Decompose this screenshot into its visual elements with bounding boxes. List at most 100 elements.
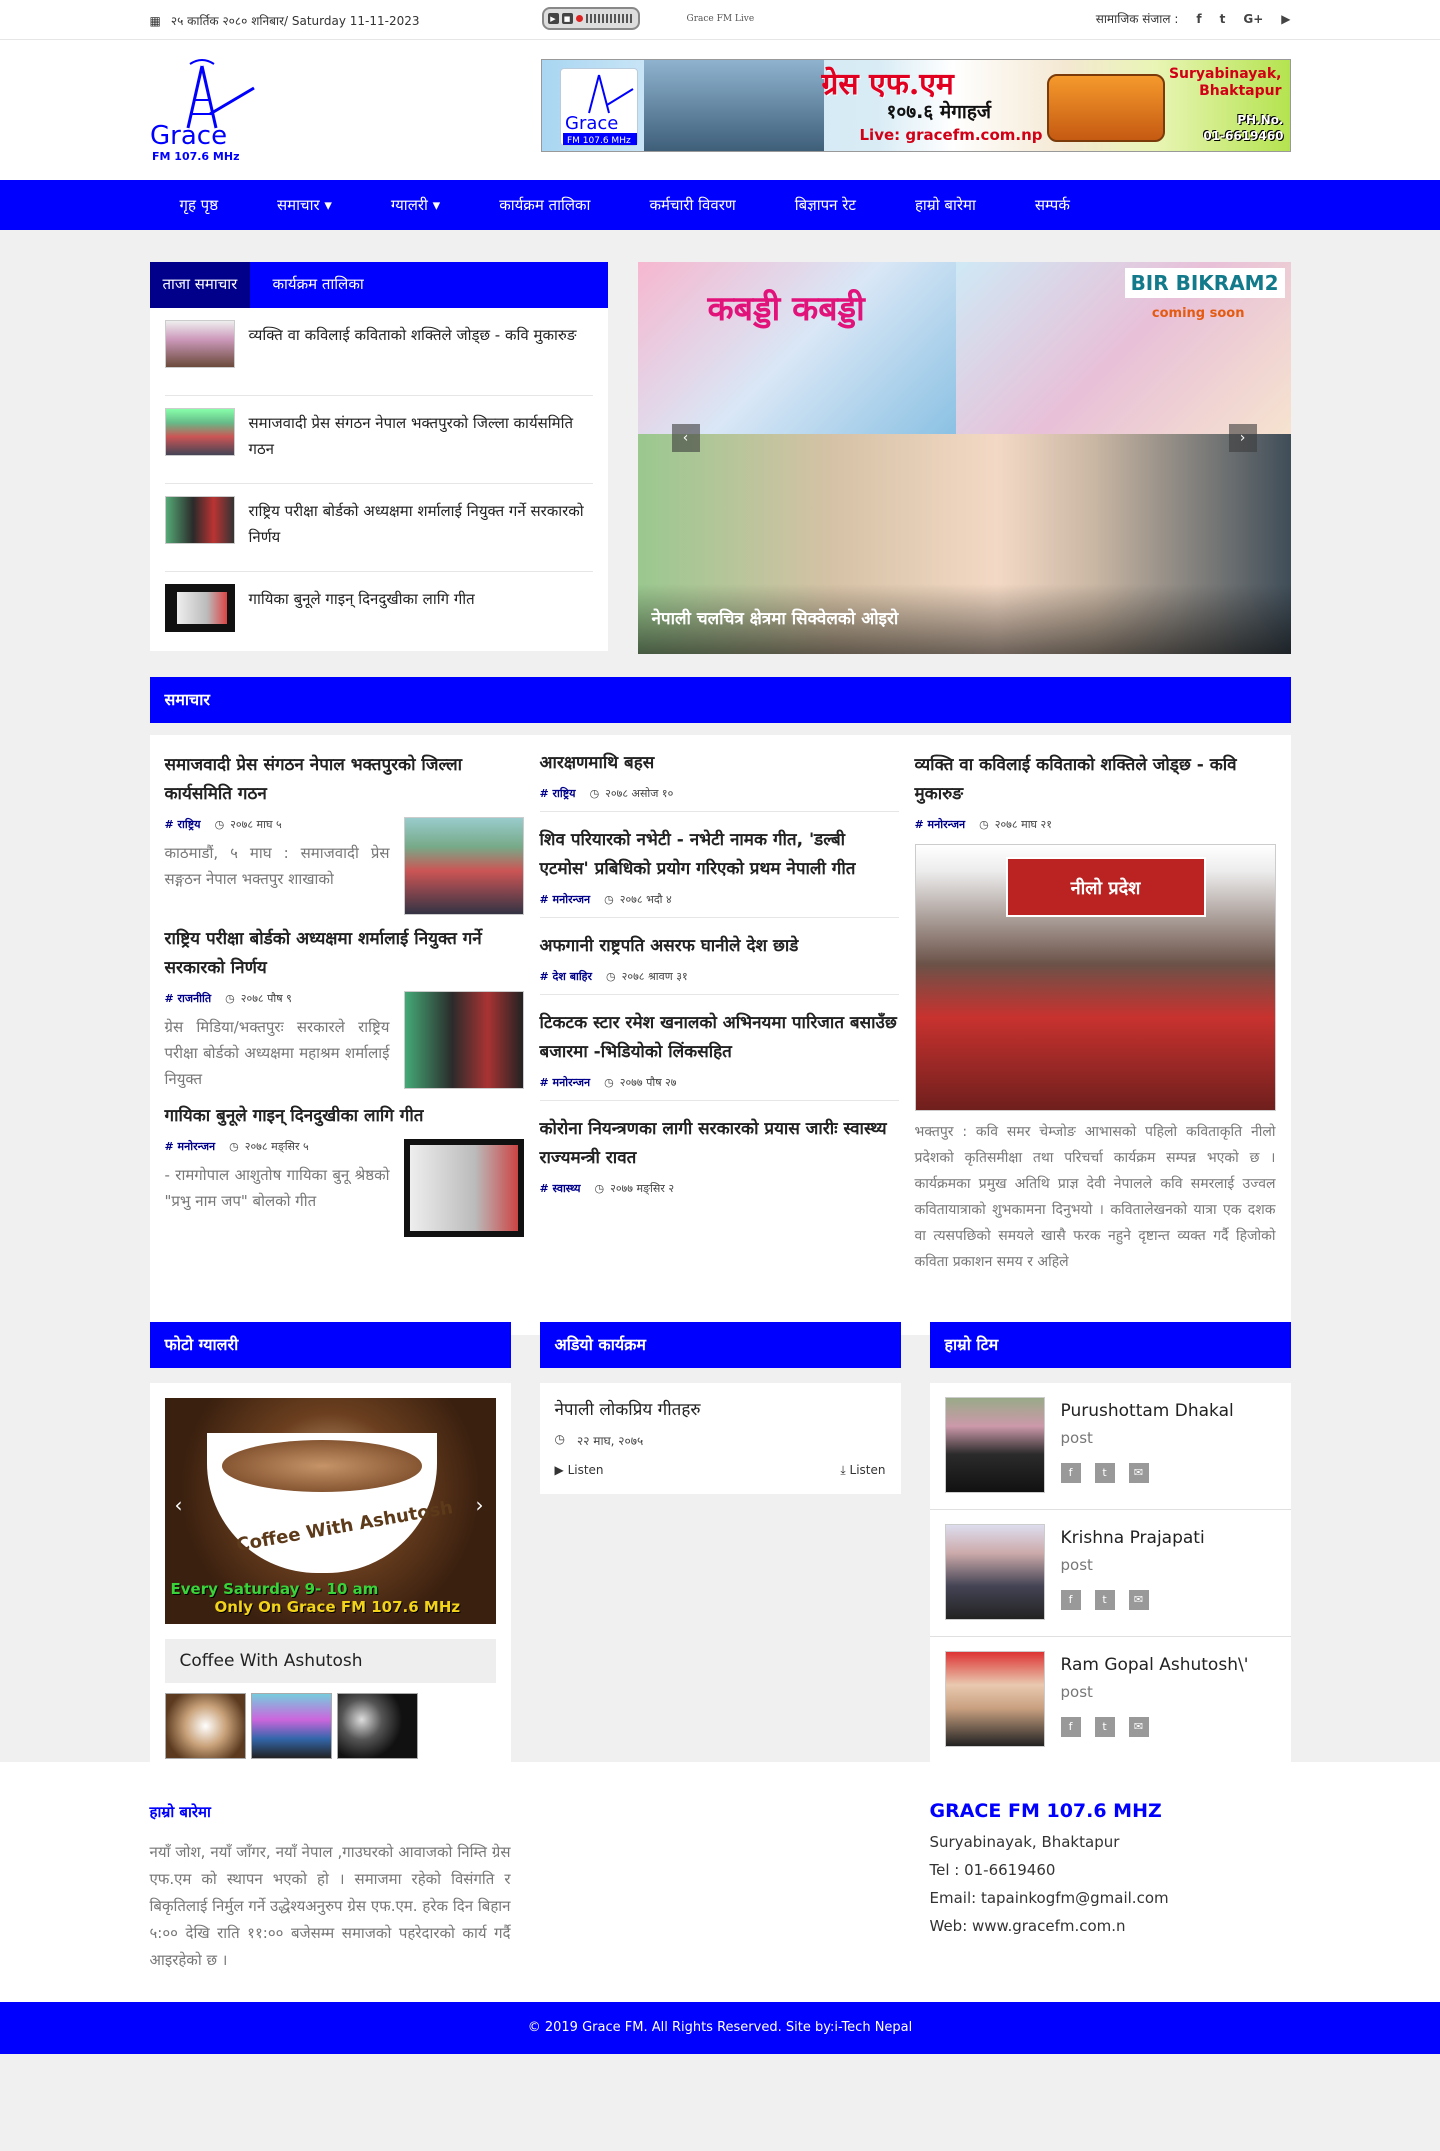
slider-prev-button[interactable]: ‹ [671, 424, 700, 452]
record-indicator-icon [575, 15, 583, 22]
article-title[interactable]: गायिका बुनूले गाइन् दिनदुखीका लागि गीत [165, 1102, 524, 1131]
news-title[interactable]: राष्ट्रिय परीक्षा बोर्डको अध्यक्षमा शर्म… [249, 496, 593, 550]
article-title[interactable]: टिकटक स्टार रमेश खनालको अभिनयमा पारिजात … [540, 1009, 899, 1067]
nav-news[interactable]: समाचार ▾ [277, 195, 362, 215]
gallery-thumbnails [150, 1683, 511, 1773]
gallery-thumbnail[interactable] [164, 1693, 246, 1759]
copyright-bar: © 2019 Grace FM. All Rights Reserved. Si… [0, 2002, 1440, 2054]
twitter-icon[interactable]: t [1220, 12, 1226, 26]
nav-ad-rates[interactable]: बिज्ञापन रेट [795, 195, 886, 215]
news-column: समाजवादी प्रेस संगठन नेपाल भक्तपुरको जिल… [165, 735, 524, 1237]
news-thumbnail [164, 320, 235, 368]
category-tag[interactable]: # मनोरन्जन [915, 817, 966, 832]
twitter-icon[interactable]: t [1094, 1717, 1115, 1737]
facebook-icon[interactable]: f [1060, 1463, 1081, 1483]
list-item[interactable]: व्यक्ति वा कविलाई कविताको शक्तिले जोड्छ … [164, 308, 593, 396]
tab-program-schedule[interactable]: कार्यक्रम तालिका [260, 262, 377, 308]
header-banner-ad[interactable]: Grace FM 107.6 MHz ग्रेस एफ.एम १०७.६ मेग… [540, 59, 1291, 152]
news-title[interactable]: व्यक्ति वा कविलाई कविताको शक्तिले जोड्छ … [249, 320, 577, 348]
nav-program-schedule[interactable]: कार्यक्रम तालिका [499, 195, 620, 215]
article: अफगानी राष्ट्रपति असरफ घानीले देश छाडे #… [539, 918, 899, 995]
nav-staff[interactable]: कर्मचारी विवरण [649, 195, 765, 215]
download-button[interactable]: ⤓ Listen [840, 1463, 885, 1478]
list-item[interactable]: समाजवादी प्रेस संगठन नेपाल भक्तपुरको जिल… [164, 396, 593, 484]
contact-heading: GRACE FM 107.6 MHZ [929, 1800, 1162, 1822]
main-nav: गृह पृष्ठ समाचार ▾ ग्यालरी ▾ कार्यक्रम त… [0, 180, 1440, 230]
latest-tabs: ताजा समाचार कार्यक्रम तालिका [149, 262, 608, 308]
tab-latest-news[interactable]: ताजा समाचार [149, 262, 251, 308]
slider-caption[interactable]: नेपाली चलचित्र क्षेत्रमा सिक्वेलको ओइरो [637, 584, 1291, 654]
clock-icon: ◷ [225, 992, 235, 1005]
calendar-icon: ▦ [149, 13, 161, 28]
category-tag[interactable]: # स्वास्थ्य [540, 1181, 581, 1196]
clock-icon: ◷ [594, 1182, 605, 1195]
article-title[interactable]: समाजवादी प्रेस संगठन नेपाल भक्तपुरको जिल… [165, 751, 524, 809]
news-column: आरक्षणमाथि बहस # राष्ट्रिय ◷ २०७८ असोज १० … [539, 735, 899, 1206]
article-title[interactable]: आरक्षणमाथि बहस [540, 749, 899, 778]
gallery-next-icon[interactable]: › [476, 1493, 484, 1517]
category-tag[interactable]: # मनोरन्जन [540, 892, 591, 907]
nav-gallery[interactable]: ग्यालरी ▾ [391, 195, 470, 215]
facebook-icon[interactable]: f [1196, 12, 1201, 26]
category-tag[interactable]: # मनोरन्जन [540, 1075, 591, 1090]
email-icon[interactable]: ✉ [1128, 1590, 1149, 1610]
nav-home[interactable]: गृह पृष्ठ [180, 195, 249, 215]
article-image[interactable] [403, 991, 524, 1089]
gallery-prev-icon[interactable]: ‹ [175, 1493, 183, 1517]
category-tag[interactable]: # देश बाहिर [540, 969, 593, 984]
site-logo[interactable]: Grace FM 107.6 MHz [150, 58, 260, 163]
email-icon[interactable]: ✉ [1128, 1717, 1149, 1737]
gallery-thumbnail[interactable] [250, 1693, 332, 1759]
team-member: Ram Gopal Ashutosh\' post f t ✉ [930, 1637, 1291, 1763]
date-text: २५ कार्तिक २०८० शनिबार/ Saturday 11-11-2… [170, 14, 420, 28]
facebook-icon[interactable]: f [1060, 1717, 1081, 1737]
gallery-main-image[interactable]: Coffee With Ashutosh Every Saturday 9- 1… [164, 1398, 496, 1624]
section-heading: हाम्रो टिम [929, 1322, 1291, 1368]
live-label: Grace FM Live [686, 14, 755, 24]
listen-button[interactable]: ▶ Listen [555, 1463, 604, 1478]
nav-about[interactable]: हाम्रो बारेमा [915, 195, 1006, 215]
contact-web[interactable]: Web: www.gracefm.com.n [930, 1912, 1169, 1940]
article-title[interactable]: कोरोना नियन्त्रणका लागी सरकारको प्रयास ज… [540, 1115, 899, 1173]
gallery-image-line2: Only On Grace FM 107.6 MHz [214, 1598, 461, 1616]
news-title[interactable]: गायिका बुनूले गाइन् दिनदुखीका लागि गीत [249, 584, 475, 612]
twitter-icon[interactable]: t [1094, 1590, 1115, 1610]
team-member: Krishna Prajapati post f t ✉ [929, 1510, 1291, 1637]
article-date: २०७८ पौष ९ [240, 992, 292, 1005]
audio-title[interactable]: नेपाली लोकप्रिय गीतहरु [555, 1397, 886, 1420]
article-title[interactable]: व्यक्ति वा कविलाई कविताको शक्तिले जोड्छ … [915, 751, 1276, 809]
contact-email[interactable]: Email: tapainkogfm@gmail.com [930, 1884, 1169, 1912]
category-tag[interactable]: # राजनीति [165, 991, 212, 1006]
article-title[interactable]: राष्ट्रिय परीक्षा बोर्डको अध्यक्षमा शर्म… [165, 925, 524, 983]
nav-contact[interactable]: सम्पर्क [1035, 195, 1100, 215]
live-radio-player[interactable]: ▶ ■ [541, 7, 640, 30]
volume-slider[interactable] [585, 14, 634, 23]
gallery-thumbnail[interactable] [336, 1693, 418, 1759]
email-icon[interactable]: ✉ [1128, 1463, 1149, 1483]
article-date: २०७७ मङ्सिर २ [610, 1182, 675, 1195]
stop-icon[interactable]: ■ [561, 13, 573, 24]
youtube-icon[interactable]: ▶ [1281, 12, 1290, 26]
article-image[interactable] [403, 817, 524, 915]
category-tag[interactable]: # मनोरन्जन [165, 1139, 216, 1154]
list-item[interactable]: गायिका बुनूले गाइन् दिनदुखीका लागि गीत [164, 572, 593, 660]
news-title[interactable]: समाजवादी प्रेस संगठन नेपाल भक्तपुरको जिल… [249, 408, 593, 462]
category-tag[interactable]: # राष्ट्रिय [165, 817, 201, 832]
news-section: समाचार समाजवादी प्रेस संगठन नेपाल भक्तपु… [149, 677, 1291, 1335]
list-item[interactable]: राष्ट्रिय परीक्षा बोर्डको अध्यक्षमा शर्म… [164, 484, 593, 572]
article-date: २०७८ श्रावण ३१ [621, 970, 688, 983]
article: टिकटक स्टार रमेश खनालको अभिनयमा पारिजात … [539, 995, 899, 1101]
play-icon[interactable]: ▶ [547, 13, 559, 24]
article-image[interactable]: नीलो प्रदेश [914, 844, 1276, 1111]
article-title[interactable]: अफगानी राष्ट्रपति असरफ घानीले देश छाडे [540, 932, 899, 961]
article: कोरोना नियन्त्रणका लागी सरकारको प्रयास ज… [540, 1101, 899, 1206]
about-heading: हाम्रो बारेमा [149, 1803, 211, 1821]
category-tag[interactable]: # राष्ट्रिय [540, 786, 576, 801]
article-image[interactable] [403, 1139, 524, 1237]
article-title[interactable]: शिव परियारको नभेटी - नभेटी नामक गीत, 'डल… [540, 826, 899, 884]
slider-next-button[interactable]: › [1228, 424, 1257, 452]
featured-slider[interactable]: कबड्डी कबड्डी BIR BIKRAM2 coming soon ‹ … [637, 262, 1291, 654]
facebook-icon[interactable]: f [1060, 1590, 1081, 1610]
google-plus-icon[interactable]: G+ [1243, 12, 1263, 26]
twitter-icon[interactable]: t [1094, 1463, 1115, 1483]
